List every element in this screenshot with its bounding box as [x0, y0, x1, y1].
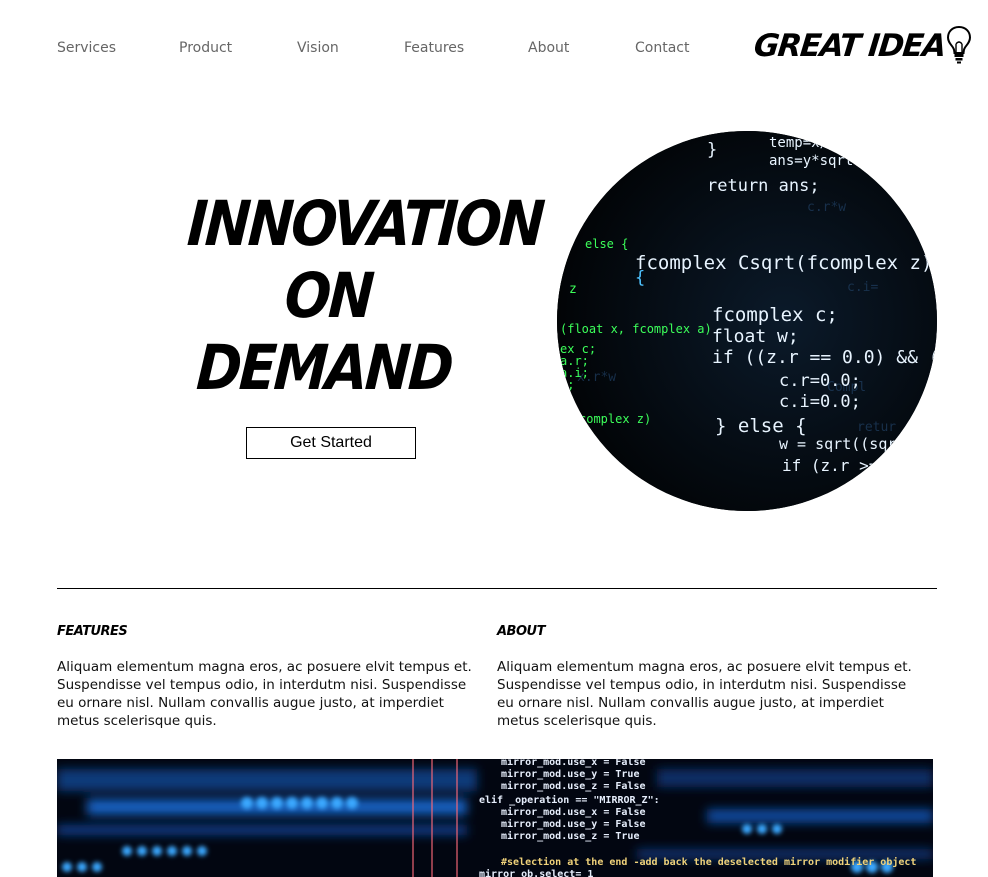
code-line: c.r=0.0;: [779, 371, 861, 391]
banner-code-line: mirror_mod.use_x = False: [501, 759, 646, 768]
code-line: fcomplex c;: [712, 304, 838, 326]
nav-vision[interactable]: Vision: [297, 40, 339, 56]
code-line: {: [635, 268, 645, 288]
code-line: else {: [585, 237, 628, 251]
code-line: }: [707, 140, 717, 160]
section-divider: [57, 588, 937, 589]
code-line: float w;: [712, 326, 799, 347]
code-line: c.i=0.0;: [779, 392, 861, 412]
hero-title-line-1: INNOVATION: [185, 187, 545, 260]
code-banner-image: mirror_mod.use_x = False mirror_mod.use_y…: [57, 759, 933, 877]
features-body: Aliquam elementum magna eros, ac posuere…: [57, 659, 472, 729]
banner-code-line: mirror_mod.use_x = False: [501, 806, 646, 818]
nav-about[interactable]: About: [528, 40, 569, 56]
nav-product[interactable]: Product: [179, 40, 232, 56]
features-heading: FEATURES: [57, 624, 128, 639]
code-line: (float x, fcomplex a): [560, 322, 712, 336]
code-line: return ans;: [707, 176, 820, 196]
banner-code-line: mirror_mod.use_y = True: [501, 768, 639, 780]
code-line: a.i;: [560, 366, 589, 380]
lightbulb-icon: [946, 25, 971, 64]
code-line: z: [569, 282, 577, 297]
banner-code-line: elif _operation == "MIRROR_Z":: [479, 794, 660, 806]
code-line: complex z): [579, 412, 651, 426]
svg-text:c.r*w: c.r*w: [807, 200, 846, 215]
banner-code-line: mirror_mod.use_z = False: [501, 780, 646, 792]
code-banner-graphic: mirror_mod.use_x = Falsemirror_mod.use_y…: [57, 759, 933, 877]
code-line: fcomplex Csqrt(fcomplex z): [635, 252, 932, 274]
svg-text:c.i=: c.i=: [847, 280, 878, 295]
logo[interactable]: GREAT IDEA: [752, 25, 972, 66]
nav-services[interactable]: Services: [57, 40, 116, 56]
code-line: c;: [560, 378, 574, 392]
code-line: if ((z.r == 0.0) && (z.i == 0.0)) {: [712, 347, 937, 368]
nav-contact[interactable]: Contact: [635, 40, 689, 56]
logo-text: GREAT IDEA: [752, 28, 947, 64]
code-line: } else {: [715, 415, 807, 437]
svg-text:=: =: [597, 160, 605, 175]
code-line: temp=x/y;: [769, 135, 845, 151]
banner-code-line: #selection at the end -add back the dese…: [501, 856, 916, 868]
about-heading: ABOUT: [497, 624, 545, 639]
code-line: if (z.r >= 0.0){: [782, 456, 936, 475]
banner-code-line: mirror_mod.use_y = False: [501, 818, 646, 830]
banner-code-line: mirror_ob.select= 1: [479, 868, 593, 877]
code-line: ans=y*sqrt(1.0+temp*temp: [769, 153, 937, 169]
code-image-graphic: c.r*w c.i= Compl retur x.r*w = temp=x/y;…: [557, 131, 937, 511]
hero-title-line-3: DEMAND: [194, 331, 454, 404]
code-image: c.r*w c.i= Compl retur x.r*w = temp=x/y;…: [557, 131, 937, 511]
about-body: Aliquam elementum magna eros, ac posuere…: [497, 659, 912, 729]
hero-title: INNOVATION ON DEMAND: [177, 187, 545, 404]
nav-features[interactable]: Features: [404, 40, 464, 56]
svg-text:retur: retur: [857, 420, 896, 435]
banner-code-line: mirror_mod.use_z = True: [501, 830, 639, 842]
hero-title-line-2: ON: [282, 259, 375, 332]
code-line: w = sqrt((sqrt(z.r: [779, 435, 937, 453]
get-started-button[interactable]: Get Started: [246, 427, 416, 459]
